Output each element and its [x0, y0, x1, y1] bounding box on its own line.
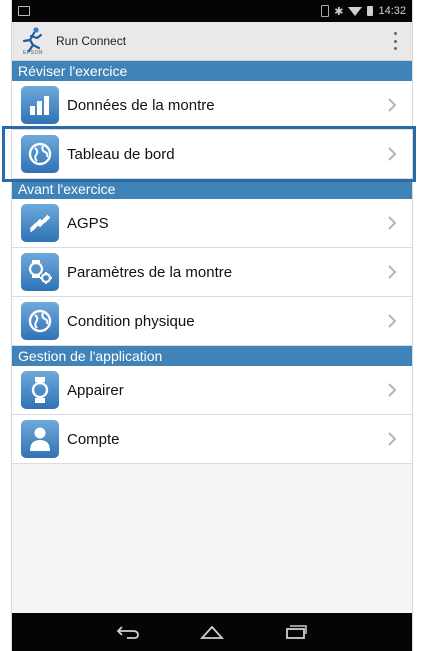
chevron-right-icon	[388, 216, 397, 230]
chevron-right-icon	[388, 265, 397, 279]
device-screen: ✱ 14:32 EPSON Run Connect Réviser l'exer…	[11, 0, 413, 651]
menu-item-agps[interactable]: AGPS	[12, 199, 412, 248]
globe-icon	[21, 302, 59, 340]
menu-item-fitness[interactable]: Condition physique	[12, 297, 412, 346]
menu-item-label: AGPS	[67, 214, 109, 232]
recents-icon[interactable]	[283, 624, 309, 640]
app-title: Run Connect	[56, 34, 127, 48]
chevron-right-icon	[388, 432, 397, 446]
menu-item-watch-settings[interactable]: Paramètres de la montre	[12, 248, 412, 297]
navigation-bar	[12, 613, 412, 651]
empty-content-area	[12, 464, 412, 624]
back-icon[interactable]	[115, 624, 141, 640]
menu-item-watch-data[interactable]: Données de la montre	[12, 81, 412, 130]
status-time: 14:32	[378, 5, 406, 17]
menu-item-account[interactable]: Compte	[12, 415, 412, 464]
chevron-right-icon	[388, 98, 397, 112]
menu-item-dashboard[interactable]: Tableau de bord	[12, 130, 412, 179]
watch-icon	[21, 371, 59, 409]
section-header-app: Gestion de l'application	[12, 346, 412, 366]
section-header-before: Avant l'exercice	[12, 179, 412, 199]
globe-icon	[21, 135, 59, 173]
action-bar: EPSON Run Connect	[12, 22, 412, 61]
menu-item-label: Compte	[67, 430, 120, 448]
bluetooth-icon: ✱	[334, 5, 344, 18]
menu-item-label: Condition physique	[67, 312, 195, 330]
chevron-right-icon	[388, 147, 397, 161]
menu-item-label: Paramètres de la montre	[67, 263, 233, 281]
person-icon	[21, 420, 59, 458]
wifi-icon	[348, 6, 363, 16]
chevron-right-icon	[388, 314, 397, 328]
status-bar: ✱ 14:32	[12, 0, 412, 22]
home-icon[interactable]	[199, 624, 225, 640]
logo-subtext: EPSON	[23, 50, 44, 56]
menu-item-pair[interactable]: Appairer	[12, 366, 412, 415]
menu-item-label: Appairer	[67, 381, 124, 399]
overflow-menu-icon[interactable]	[392, 32, 398, 50]
section-header-review: Réviser l'exercice	[12, 61, 412, 81]
notification-icon	[18, 6, 30, 16]
watch-settings-icon	[21, 253, 59, 291]
satellite-icon	[21, 204, 59, 242]
bar-chart-icon	[21, 86, 59, 124]
runner-icon[interactable]: EPSON	[20, 26, 46, 56]
battery-icon	[367, 6, 374, 16]
menu-item-label: Données de la montre	[67, 96, 215, 114]
chevron-right-icon	[388, 383, 397, 397]
sim-icon	[321, 5, 330, 17]
menu-item-label: Tableau de bord	[67, 145, 175, 163]
